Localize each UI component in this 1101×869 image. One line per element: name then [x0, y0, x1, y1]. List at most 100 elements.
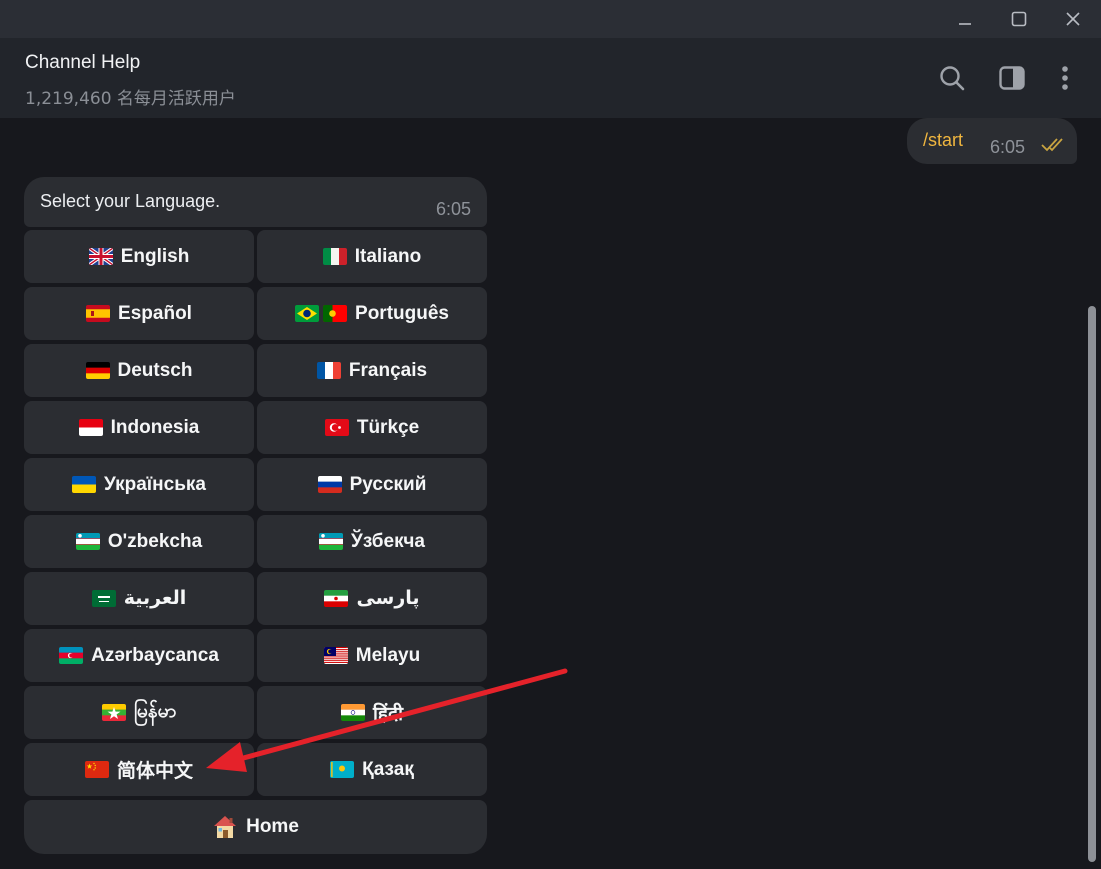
flag-uz-icon — [75, 533, 100, 550]
language-button[interactable]: မြန်မာ — [24, 686, 254, 739]
language-button[interactable]: Français — [257, 344, 487, 397]
flag-icon-group — [91, 590, 116, 607]
flag-in-icon — [340, 704, 365, 721]
language-label: မြန်မာ — [133, 700, 177, 722]
language-button[interactable]: Ўзбекча — [257, 515, 487, 568]
flag-ua-icon — [72, 476, 97, 493]
sidebar-panel-icon — [999, 66, 1025, 90]
flag-icon-group — [59, 647, 84, 664]
language-button[interactable]: हिंदी — [257, 686, 487, 739]
language-button[interactable]: Русский — [257, 458, 487, 511]
flag-es-icon — [86, 305, 111, 322]
language-button[interactable]: پارسی — [257, 572, 487, 625]
outgoing-message[interactable]: /start 6:05 — [907, 118, 1077, 164]
language-button[interactable]: Italiano — [257, 230, 487, 283]
search-icon — [940, 66, 965, 91]
language-button[interactable]: Українська — [24, 458, 254, 511]
language-button[interactable]: Deutsch — [24, 344, 254, 397]
language-button[interactable]: Português — [257, 287, 487, 340]
language-label: Türkçe — [356, 416, 420, 438]
language-button[interactable]: Azərbaycanca — [24, 629, 254, 682]
language-button[interactable]: Melayu — [257, 629, 487, 682]
language-label: Italiano — [354, 245, 422, 267]
flag-icon-group — [88, 248, 113, 265]
flag-icon-group — [340, 704, 365, 721]
minimize-button[interactable] — [938, 0, 992, 38]
flag-icon-group — [101, 704, 126, 721]
language-label: Français — [348, 359, 428, 381]
flag-pt-icon — [323, 305, 348, 322]
language-label: پارسی — [356, 588, 420, 609]
chat-subtitle: 1,219,460 名每月活跃用户 — [25, 89, 236, 109]
message-time: 6:05 — [436, 199, 472, 219]
maximize-button[interactable] — [992, 0, 1046, 38]
language-label: Ўзбекча — [351, 530, 425, 552]
language-label: Português — [355, 302, 449, 324]
close-button[interactable] — [1046, 0, 1100, 38]
flag-icon-group — [319, 533, 344, 550]
language-label: Русский — [349, 473, 427, 495]
message-text: Select your Language. — [40, 191, 221, 211]
language-label: Indonesia — [110, 416, 200, 438]
language-label: O'zbekcha — [107, 530, 203, 552]
double-check-icon — [1041, 138, 1063, 152]
language-button[interactable]: Indonesia — [24, 401, 254, 454]
home-label: Home — [246, 816, 299, 837]
flag-icon-group — [78, 419, 103, 436]
flag-tr-icon — [324, 419, 349, 436]
chat-title[interactable]: Channel Help — [25, 52, 140, 74]
flag-icon-group — [85, 362, 110, 379]
language-button[interactable]: Қазақ — [257, 743, 487, 796]
home-button[interactable]: Home — [24, 800, 487, 854]
flag-icon-group — [75, 533, 100, 550]
language-button[interactable]: Türkçe — [257, 401, 487, 454]
flag-br-icon — [295, 305, 320, 322]
language-label: 简体中文 — [116, 761, 193, 782]
house-icon — [214, 816, 237, 838]
flag-icon-group — [323, 647, 348, 664]
flag-uz-icon — [319, 533, 344, 550]
search-button[interactable] — [932, 58, 972, 98]
language-label: Deutsch — [117, 359, 193, 381]
flag-kz-icon — [330, 761, 355, 778]
flag-id-icon — [78, 419, 103, 436]
minimize-icon — [959, 23, 971, 25]
language-button[interactable]: 简体中文 — [24, 743, 254, 796]
flag-de-icon — [85, 362, 110, 379]
more-options-button[interactable] — [1045, 58, 1085, 98]
telegram-window: Channel Help 1,219,460 名每月活跃用户 /start 6:… — [0, 0, 1101, 869]
flag-icon-group — [322, 248, 347, 265]
chat-header[interactable]: Channel Help 1,219,460 名每月活跃用户 — [0, 38, 1101, 118]
flag-fr-icon — [316, 362, 341, 379]
language-label: English — [120, 245, 190, 267]
flag-icon-group — [84, 761, 109, 778]
language-button[interactable]: Español — [24, 287, 254, 340]
language-label: Қазақ — [362, 758, 414, 780]
language-button[interactable]: O'zbekcha — [24, 515, 254, 568]
language-button[interactable]: English — [24, 230, 254, 283]
language-label: हिंदी — [372, 703, 404, 725]
window-titlebar — [0, 0, 1101, 38]
message-time: 6:05 — [990, 137, 1026, 157]
language-label: العربية — [123, 588, 187, 609]
incoming-message[interactable]: Select your Language. 6:05 — [24, 177, 487, 227]
flag-icon-group — [317, 476, 342, 493]
flag-my-icon — [323, 647, 348, 664]
flag-it-icon — [322, 248, 347, 265]
flag-icon-group — [324, 419, 349, 436]
flag-sa-icon — [91, 590, 116, 607]
flag-az-icon — [59, 647, 84, 664]
sidebar-toggle-button[interactable] — [992, 58, 1032, 98]
flag-icon-group — [316, 362, 341, 379]
close-icon — [1066, 12, 1080, 26]
maximize-icon — [1011, 11, 1027, 27]
language-label: Español — [118, 302, 192, 324]
language-button[interactable]: العربية — [24, 572, 254, 625]
flag-icon-group — [86, 305, 111, 322]
scrollbar-thumb[interactable] — [1088, 306, 1096, 862]
flag-icon-group — [330, 761, 355, 778]
flag-ru-icon — [317, 476, 342, 493]
flag-ir-icon — [324, 590, 349, 607]
language-label: Українська — [104, 473, 206, 495]
command-text[interactable]: /start — [923, 130, 963, 151]
